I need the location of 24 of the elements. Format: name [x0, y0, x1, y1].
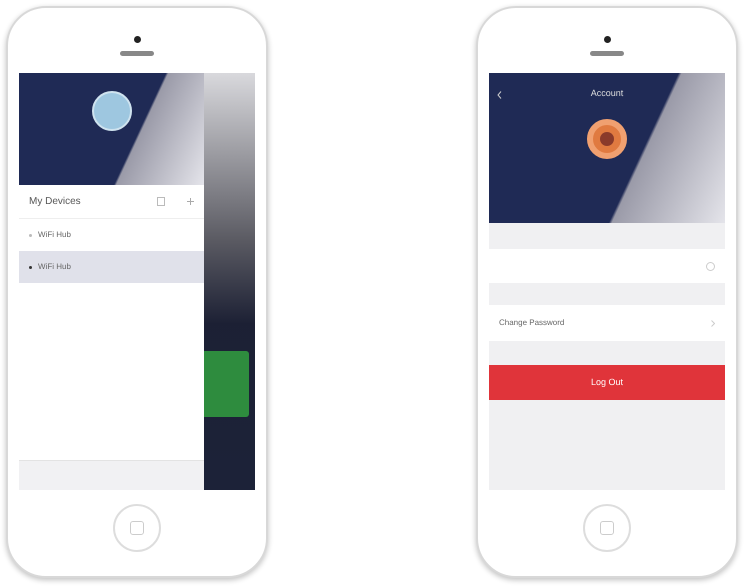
square-icon	[130, 521, 144, 535]
square-icon	[600, 521, 614, 535]
chevron-icon	[711, 320, 715, 326]
avatar-icon	[92, 91, 132, 131]
home-button[interactable]	[113, 504, 161, 552]
edit-icon[interactable]	[157, 197, 165, 206]
settings-row[interactable]: Change Password	[489, 305, 725, 341]
device-item[interactable]: WiFi Hub	[19, 251, 204, 283]
camera-icon	[604, 36, 610, 43]
row-label: Change Password	[499, 317, 566, 329]
action-card	[204, 351, 249, 417]
home-button[interactable]	[583, 504, 631, 552]
info-icon	[706, 262, 715, 270]
device-label: WiFi Hub	[38, 261, 71, 273]
camera-icon	[134, 36, 140, 43]
avatar-icon	[587, 118, 627, 158]
add-icon[interactable]	[187, 198, 194, 205]
device-label: WiFi Hub	[38, 229, 71, 241]
back-icon[interactable]	[497, 91, 502, 99]
logout-button[interactable]: Log Out	[489, 365, 725, 400]
speaker-icon	[590, 51, 624, 56]
screen-title: Account	[590, 87, 624, 100]
speaker-icon	[120, 51, 154, 56]
drawer-title: My Devices	[29, 195, 82, 209]
